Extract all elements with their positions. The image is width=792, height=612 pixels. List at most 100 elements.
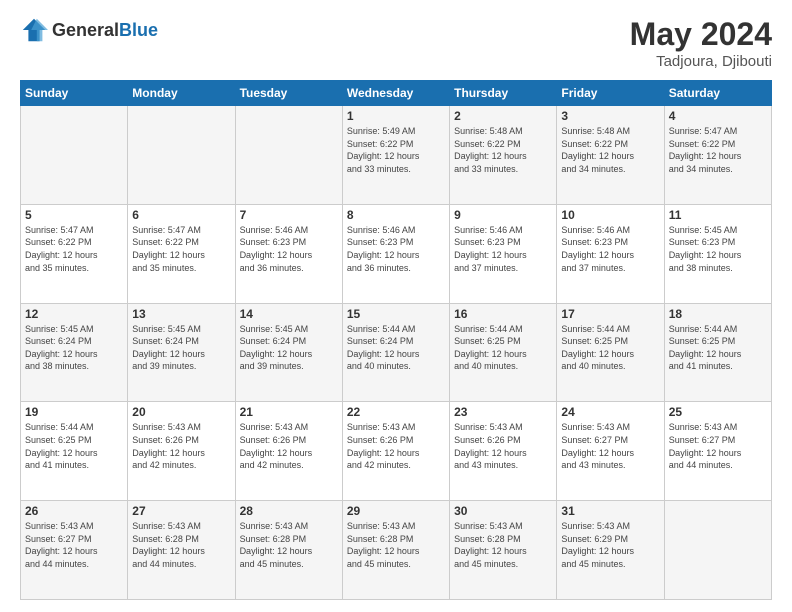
day-info: Sunrise: 5:44 AM Sunset: 6:25 PM Dayligh… bbox=[25, 421, 123, 471]
day-info: Sunrise: 5:45 AM Sunset: 6:24 PM Dayligh… bbox=[240, 323, 338, 373]
day-number: 26 bbox=[25, 504, 123, 518]
day-info: Sunrise: 5:43 AM Sunset: 6:27 PM Dayligh… bbox=[25, 520, 123, 570]
weekday-header: Friday bbox=[557, 81, 664, 106]
calendar-cell: 22 Sunrise: 5:43 AM Sunset: 6:26 PM Dayli… bbox=[342, 402, 449, 501]
day-info: Sunrise: 5:46 AM Sunset: 6:23 PM Dayligh… bbox=[240, 224, 338, 274]
calendar-cell: 26 Sunrise: 5:43 AM Sunset: 6:27 PM Dayli… bbox=[21, 501, 128, 600]
calendar-week-row: 12Sunrise: 5:45 AM Sunset: 6:24 PM Dayli… bbox=[21, 303, 772, 402]
calendar-cell: 4Sunrise: 5:47 AM Sunset: 6:22 PM Daylig… bbox=[664, 106, 771, 205]
weekday-header: Monday bbox=[128, 81, 235, 106]
day-info: Sunrise: 5:47 AM Sunset: 6:22 PM Dayligh… bbox=[25, 224, 123, 274]
day-info: Sunrise: 5:43 AM Sunset: 6:28 PM Dayligh… bbox=[347, 520, 445, 570]
day-number: 31 bbox=[561, 504, 659, 518]
day-number: 10 bbox=[561, 208, 659, 222]
day-info: Sunrise: 5:43 AM Sunset: 6:27 PM Dayligh… bbox=[561, 421, 659, 471]
day-number: 17 bbox=[561, 307, 659, 321]
calendar-cell: 7 Sunrise: 5:46 AM Sunset: 6:23 PM Daylig… bbox=[235, 204, 342, 303]
day-info: Sunrise: 5:43 AM Sunset: 6:29 PM Dayligh… bbox=[561, 520, 659, 570]
weekday-header: Tuesday bbox=[235, 81, 342, 106]
day-number: 19 bbox=[25, 405, 123, 419]
day-number: 23 bbox=[454, 405, 552, 419]
day-info: Sunrise: 5:43 AM Sunset: 6:28 PM Dayligh… bbox=[240, 520, 338, 570]
day-number: 14 bbox=[240, 307, 338, 321]
calendar-cell: 24 Sunrise: 5:43 AM Sunset: 6:27 PM Dayli… bbox=[557, 402, 664, 501]
calendar-cell bbox=[235, 106, 342, 205]
calendar-cell: 6 Sunrise: 5:47 AM Sunset: 6:22 PM Daylig… bbox=[128, 204, 235, 303]
title-block: May 2024 Tadjoura, Djibouti bbox=[630, 16, 772, 70]
day-number: 2 bbox=[454, 109, 552, 123]
day-info: Sunrise: 5:48 AM Sunset: 6:22 PM Dayligh… bbox=[454, 125, 552, 175]
day-info: Sunrise: 5:46 AM Sunset: 6:23 PM Dayligh… bbox=[347, 224, 445, 274]
calendar-table: SundayMondayTuesdayWednesdayThursdayFrid… bbox=[20, 80, 772, 600]
day-number: 20 bbox=[132, 405, 230, 419]
day-number: 21 bbox=[240, 405, 338, 419]
calendar-cell: 17 Sunrise: 5:44 AM Sunset: 6:25 PM Dayli… bbox=[557, 303, 664, 402]
title-location: Tadjoura, Djibouti bbox=[630, 53, 772, 70]
calendar-cell bbox=[664, 501, 771, 600]
calendar-cell: 31 Sunrise: 5:43 AM Sunset: 6:29 PM Dayli… bbox=[557, 501, 664, 600]
day-info: Sunrise: 5:44 AM Sunset: 6:25 PM Dayligh… bbox=[454, 323, 552, 373]
logo-blue: Blue bbox=[119, 20, 158, 41]
day-info: Sunrise: 5:44 AM Sunset: 6:25 PM Dayligh… bbox=[669, 323, 767, 373]
day-info: Sunrise: 5:43 AM Sunset: 6:27 PM Dayligh… bbox=[669, 421, 767, 471]
weekday-header: Thursday bbox=[450, 81, 557, 106]
day-number: 1 bbox=[347, 109, 445, 123]
day-info: Sunrise: 5:46 AM Sunset: 6:23 PM Dayligh… bbox=[561, 224, 659, 274]
calendar-week-row: 1Sunrise: 5:49 AM Sunset: 6:22 PM Daylig… bbox=[21, 106, 772, 205]
calendar-cell: 1Sunrise: 5:49 AM Sunset: 6:22 PM Daylig… bbox=[342, 106, 449, 205]
logo-general: General bbox=[52, 20, 119, 41]
calendar-cell: 18 Sunrise: 5:44 AM Sunset: 6:25 PM Dayli… bbox=[664, 303, 771, 402]
calendar-cell: 11Sunrise: 5:45 AM Sunset: 6:23 PM Dayli… bbox=[664, 204, 771, 303]
weekday-header: Sunday bbox=[21, 81, 128, 106]
calendar-cell: 16Sunrise: 5:44 AM Sunset: 6:25 PM Dayli… bbox=[450, 303, 557, 402]
weekday-header: Saturday bbox=[664, 81, 771, 106]
day-number: 18 bbox=[669, 307, 767, 321]
weekday-header: Wednesday bbox=[342, 81, 449, 106]
day-info: Sunrise: 5:48 AM Sunset: 6:22 PM Dayligh… bbox=[561, 125, 659, 175]
day-info: Sunrise: 5:43 AM Sunset: 6:26 PM Dayligh… bbox=[454, 421, 552, 471]
day-info: Sunrise: 5:47 AM Sunset: 6:22 PM Dayligh… bbox=[132, 224, 230, 274]
calendar-week-row: 19 Sunrise: 5:44 AM Sunset: 6:25 PM Dayli… bbox=[21, 402, 772, 501]
title-month: May 2024 bbox=[630, 16, 772, 53]
day-number: 5 bbox=[25, 208, 123, 222]
day-info: Sunrise: 5:43 AM Sunset: 6:28 PM Dayligh… bbox=[132, 520, 230, 570]
calendar-cell: 28Sunrise: 5:43 AM Sunset: 6:28 PM Dayli… bbox=[235, 501, 342, 600]
day-number: 8 bbox=[347, 208, 445, 222]
day-number: 27 bbox=[132, 504, 230, 518]
calendar-cell: 8 Sunrise: 5:46 AM Sunset: 6:23 PM Daylig… bbox=[342, 204, 449, 303]
day-info: Sunrise: 5:43 AM Sunset: 6:26 PM Dayligh… bbox=[347, 421, 445, 471]
day-info: Sunrise: 5:46 AM Sunset: 6:23 PM Dayligh… bbox=[454, 224, 552, 274]
day-number: 24 bbox=[561, 405, 659, 419]
calendar-cell: 9 Sunrise: 5:46 AM Sunset: 6:23 PM Daylig… bbox=[450, 204, 557, 303]
day-number: 4 bbox=[669, 109, 767, 123]
day-info: Sunrise: 5:43 AM Sunset: 6:28 PM Dayligh… bbox=[454, 520, 552, 570]
calendar-cell: 30 Sunrise: 5:43 AM Sunset: 6:28 PM Dayli… bbox=[450, 501, 557, 600]
logo-icon bbox=[20, 16, 48, 44]
calendar-cell: 2 Sunrise: 5:48 AM Sunset: 6:22 PM Daylig… bbox=[450, 106, 557, 205]
calendar-cell: 14 Sunrise: 5:45 AM Sunset: 6:24 PM Dayli… bbox=[235, 303, 342, 402]
day-number: 9 bbox=[454, 208, 552, 222]
calendar-cell: 25Sunrise: 5:43 AM Sunset: 6:27 PM Dayli… bbox=[664, 402, 771, 501]
calendar-cell: 19 Sunrise: 5:44 AM Sunset: 6:25 PM Dayli… bbox=[21, 402, 128, 501]
calendar-cell: 12Sunrise: 5:45 AM Sunset: 6:24 PM Dayli… bbox=[21, 303, 128, 402]
calendar-cell: 3Sunrise: 5:48 AM Sunset: 6:22 PM Daylig… bbox=[557, 106, 664, 205]
day-number: 15 bbox=[347, 307, 445, 321]
calendar-cell: 5 Sunrise: 5:47 AM Sunset: 6:22 PM Daylig… bbox=[21, 204, 128, 303]
day-number: 6 bbox=[132, 208, 230, 222]
day-number: 22 bbox=[347, 405, 445, 419]
day-number: 11 bbox=[669, 208, 767, 222]
calendar-cell: 23 Sunrise: 5:43 AM Sunset: 6:26 PM Dayli… bbox=[450, 402, 557, 501]
calendar-week-row: 26 Sunrise: 5:43 AM Sunset: 6:27 PM Dayli… bbox=[21, 501, 772, 600]
day-info: Sunrise: 5:43 AM Sunset: 6:26 PM Dayligh… bbox=[240, 421, 338, 471]
calendar-week-row: 5 Sunrise: 5:47 AM Sunset: 6:22 PM Daylig… bbox=[21, 204, 772, 303]
calendar-cell: 13 Sunrise: 5:45 AM Sunset: 6:24 PM Dayli… bbox=[128, 303, 235, 402]
day-number: 13 bbox=[132, 307, 230, 321]
calendar-cell bbox=[21, 106, 128, 205]
day-info: Sunrise: 5:45 AM Sunset: 6:24 PM Dayligh… bbox=[132, 323, 230, 373]
day-number: 30 bbox=[454, 504, 552, 518]
day-number: 7 bbox=[240, 208, 338, 222]
day-info: Sunrise: 5:43 AM Sunset: 6:26 PM Dayligh… bbox=[132, 421, 230, 471]
day-info: Sunrise: 5:44 AM Sunset: 6:24 PM Dayligh… bbox=[347, 323, 445, 373]
page: General Blue May 2024 Tadjoura, Djibouti… bbox=[0, 0, 792, 612]
day-info: Sunrise: 5:44 AM Sunset: 6:25 PM Dayligh… bbox=[561, 323, 659, 373]
